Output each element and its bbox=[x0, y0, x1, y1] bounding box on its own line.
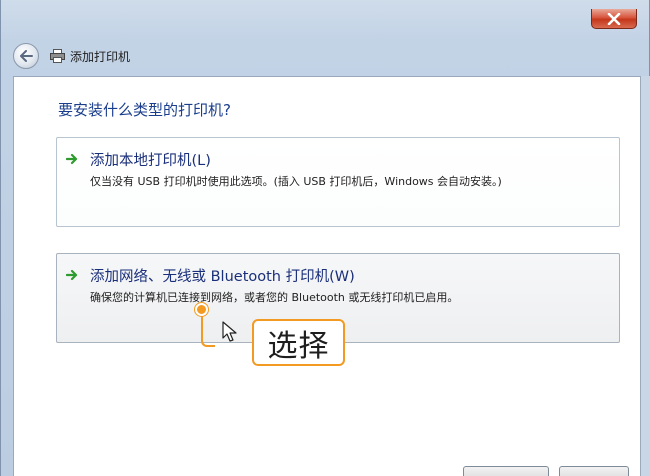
window-frame: 添加打印机 要安装什么类型的打印机? 添加本地打印机(L) 仅当没有 USB 打… bbox=[0, 0, 650, 476]
mouse-pointer-icon bbox=[222, 321, 237, 342]
window-title: 添加打印机 bbox=[70, 49, 131, 64]
back-arrow-icon bbox=[20, 50, 33, 62]
close-button[interactable] bbox=[591, 9, 637, 29]
option-title: 添加本地打印机(L) bbox=[90, 153, 211, 169]
option-title: 添加网络、无线或 Bluetooth 打印机(W) bbox=[90, 269, 355, 285]
close-icon bbox=[607, 12, 621, 25]
green-arrow-icon bbox=[66, 153, 78, 165]
option-add-local-printer[interactable]: 添加本地打印机(L) 仅当没有 USB 打印机时使用此选项。(插入 USB 打印… bbox=[56, 137, 620, 227]
printer-icon bbox=[49, 48, 65, 64]
title-bar: 添加打印机 bbox=[13, 40, 641, 72]
cancel-button[interactable] bbox=[559, 466, 629, 476]
annotation-dot bbox=[195, 303, 208, 316]
page-question: 要安装什么类型的打印机? bbox=[58, 101, 231, 119]
next-button[interactable] bbox=[463, 466, 549, 476]
option-description: 仅当没有 USB 打印机时使用此选项。(插入 USB 打印机后，Windows … bbox=[90, 175, 502, 188]
back-button[interactable] bbox=[13, 43, 39, 69]
annotation-label: 选择 bbox=[252, 319, 345, 366]
option-description: 确保您的计算机已连接到网络，或者您的 Bluetooth 或无线打印机已启用。 bbox=[90, 291, 459, 304]
content-panel: 要安装什么类型的打印机? 添加本地打印机(L) 仅当没有 USB 打印机时使用此… bbox=[13, 76, 641, 476]
window-edge bbox=[641, 76, 650, 476]
green-arrow-icon bbox=[66, 269, 78, 281]
